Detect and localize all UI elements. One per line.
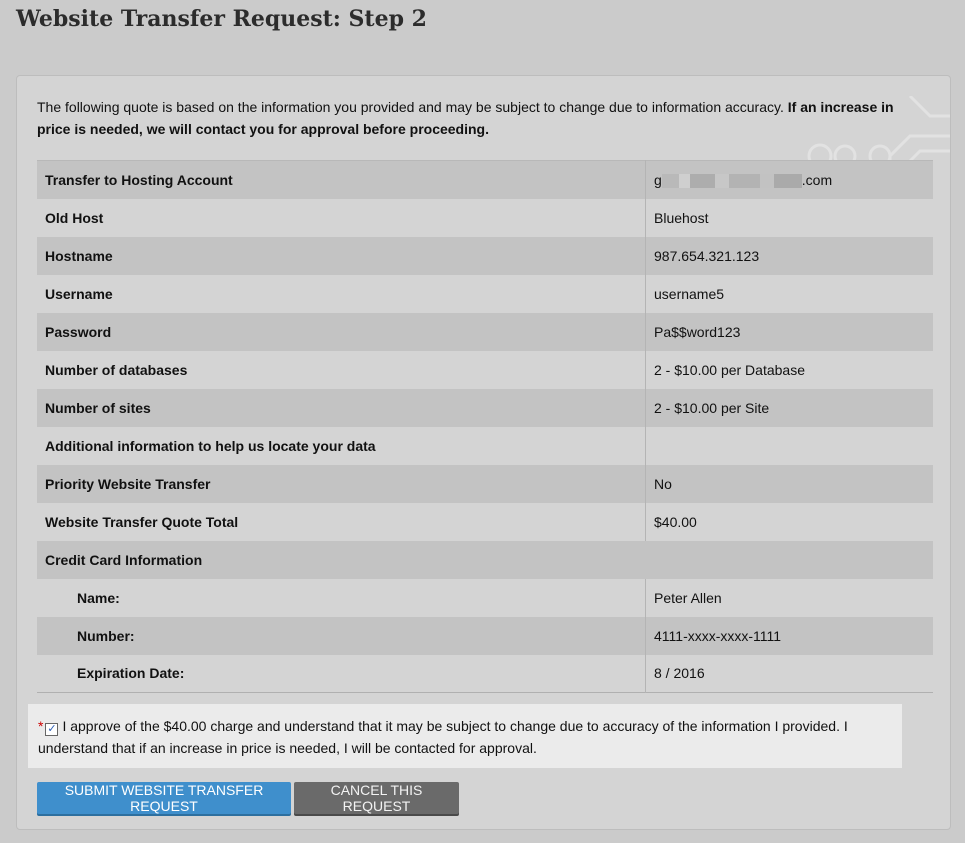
row-label: Priority Website Transfer bbox=[37, 464, 646, 503]
table-row: Hostname 987.654.321.123 bbox=[37, 236, 933, 275]
row-label: Transfer to Hosting Account bbox=[37, 160, 646, 199]
table-row: Priority Website Transfer No bbox=[37, 464, 933, 503]
approve-checkbox[interactable]: ✓ bbox=[45, 723, 59, 736]
table-row-section: Credit Card Information bbox=[37, 540, 933, 579]
table-row: Number of sites 2 - $10.00 per Site bbox=[37, 388, 933, 427]
cancel-request-button[interactable]: CANCEL THIS REQUEST bbox=[294, 782, 459, 814]
approval-box: * ✓ I approve of the $40.00 charge and und… bbox=[28, 704, 902, 768]
table-row: Password Pa$$word123 bbox=[37, 312, 933, 351]
row-label: Old Host bbox=[37, 198, 646, 237]
row-value bbox=[646, 427, 934, 465]
row-value: 2 - $10.00 per Site bbox=[654, 399, 770, 416]
row-label: Name: bbox=[37, 578, 646, 617]
row-label: Additional information to help us locate… bbox=[37, 426, 646, 465]
row-label: Expiration Date: bbox=[37, 654, 646, 693]
table-row: Username username5 bbox=[37, 274, 933, 313]
table-row: Name: Peter Allen bbox=[37, 578, 933, 617]
row-label: Number: bbox=[37, 616, 646, 655]
row-value: 2 - $10.00 per Database bbox=[654, 361, 805, 378]
table-row: Number: 4111-xxxx-xxxx-1111 bbox=[37, 616, 933, 655]
row-value: $40.00 bbox=[654, 513, 697, 530]
row-label: Number of databases bbox=[37, 350, 646, 389]
row-value: No bbox=[654, 475, 672, 492]
required-marker: * bbox=[38, 718, 44, 734]
row-label: Password bbox=[37, 312, 646, 351]
row-value: Pa$$word123 bbox=[654, 323, 741, 340]
row-value: username5 bbox=[654, 285, 725, 302]
row-label: Website Transfer Quote Total bbox=[37, 502, 646, 541]
row-value: Peter Allen bbox=[654, 589, 722, 606]
table-row: Expiration Date: 8 / 2016 bbox=[37, 654, 933, 693]
credit-card-heading: Credit Card Information bbox=[45, 551, 203, 568]
submit-transfer-button[interactable]: SUBMIT WEBSITE TRANSFER REQUEST bbox=[37, 782, 291, 814]
table-row: Transfer to Hosting Account g .com bbox=[37, 160, 933, 199]
quote-intro: The following quote is based on the info… bbox=[37, 96, 927, 140]
table-row: Additional information to help us locate… bbox=[37, 426, 934, 465]
quote-table: Transfer to Hosting Account g .com Old Ho… bbox=[37, 160, 933, 693]
row-label: Username bbox=[37, 274, 646, 313]
quote-panel: The following quote is based on the info… bbox=[16, 75, 951, 830]
row-value: Bluehost bbox=[654, 209, 709, 226]
row-label: Number of sites bbox=[37, 388, 646, 427]
row-value: 4111-xxxx-xxxx-1111 bbox=[654, 627, 782, 644]
hosting-account-value: g .com bbox=[654, 171, 833, 188]
table-row: Website Transfer Quote Total $40.00 bbox=[37, 502, 933, 541]
table-row: Number of databases 2 - $10.00 per Datab… bbox=[37, 350, 933, 389]
row-label: Hostname bbox=[37, 236, 646, 275]
approval-text: I approve of the $40.00 charge and under… bbox=[38, 718, 848, 756]
row-value: 987.654.321.123 bbox=[654, 247, 760, 264]
redacted-blur bbox=[661, 173, 802, 188]
table-row: Old Host Bluehost bbox=[37, 198, 933, 237]
intro-text: The following quote is based on the info… bbox=[37, 99, 784, 115]
page-title: Website Transfer Request: Step 2 bbox=[16, 6, 427, 32]
row-value: 8 / 2016 bbox=[654, 665, 705, 682]
